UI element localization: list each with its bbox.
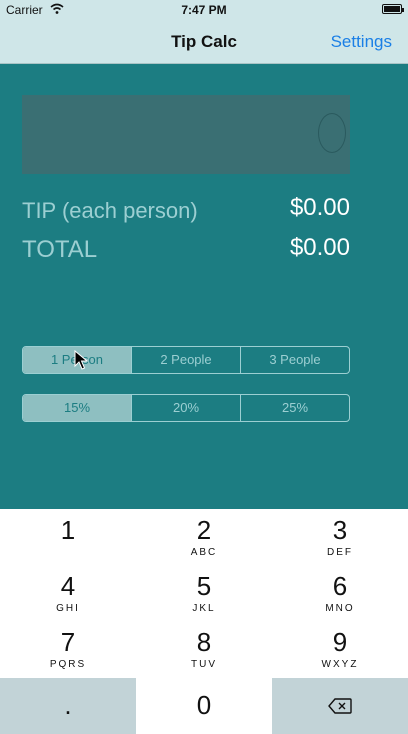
key-3[interactable]: 3 DEF [272, 509, 408, 565]
navigation-bar: Tip Calc Settings [0, 20, 408, 64]
key-6[interactable]: 6 MNO [272, 565, 408, 621]
key-8[interactable]: 8 TUV [136, 621, 272, 677]
bill-amount-input[interactable] [22, 95, 350, 174]
key-letters: PQRS [49, 659, 87, 670]
key-1[interactable]: 1 [0, 509, 136, 565]
backspace-icon [328, 698, 352, 714]
people-segmented-control: 1 Person 2 People 3 People [22, 346, 350, 374]
tip-label: TIP (each person) [22, 198, 198, 223]
key-digit: 0 [196, 690, 212, 720]
total-value: $0.00 [289, 234, 350, 261]
battery-icon [382, 4, 404, 14]
segment-3-people[interactable]: 3 People [240, 347, 349, 373]
key-digit: 8 [196, 627, 212, 657]
key-letters: GHI [56, 603, 80, 614]
key-letters: DEF [327, 547, 353, 558]
segment-20-percent[interactable]: 20% [131, 395, 240, 421]
total-label: TOTAL [22, 236, 98, 263]
key-digit: . [64, 690, 72, 720]
status-bar: Carrier 7:47 PM [0, 0, 408, 20]
settings-button[interactable]: Settings [331, 32, 392, 52]
key-letters: ABC [190, 547, 218, 558]
mouse-pointer-icon [74, 350, 88, 370]
tip-percent-segmented-control: 15% 20% 25% [22, 394, 350, 422]
text-cursor-icon [318, 113, 346, 153]
key-0[interactable]: 0 [136, 678, 272, 734]
key-2[interactable]: 2 ABC [136, 509, 272, 565]
key-letters: MNO [325, 603, 355, 614]
numeric-keypad: 1 2 ABC 3 DEF 4 GHI 5 JKL 6 MNO 7 PQRS 8… [0, 509, 408, 734]
key-digit: 6 [332, 571, 348, 601]
key-4[interactable]: 4 GHI [0, 565, 136, 621]
key-digit: 2 [196, 515, 212, 545]
tip-value: $0.00 [289, 194, 350, 221]
segment-25-percent[interactable]: 25% [240, 395, 349, 421]
segment-15-percent[interactable]: 15% [23, 395, 131, 421]
key-7[interactable]: 7 PQRS [0, 621, 136, 677]
key-5[interactable]: 5 JKL [136, 565, 272, 621]
key-digit: 4 [60, 571, 76, 601]
key-digit: 3 [332, 515, 348, 545]
key-digit: 1 [60, 515, 76, 545]
key-digit: 9 [332, 627, 348, 657]
key-letters: JKL [192, 603, 216, 614]
status-time: 7:47 PM [181, 3, 227, 17]
key-backspace[interactable] [272, 678, 408, 734]
key-9[interactable]: 9 WXYZ [272, 621, 408, 677]
key-letters: TUV [191, 659, 217, 670]
key-decimal[interactable]: . [0, 678, 136, 734]
key-letters: WXYZ [321, 659, 359, 670]
key-digit: 7 [60, 627, 76, 657]
key-digit: 5 [196, 571, 212, 601]
segment-2-people[interactable]: 2 People [131, 347, 240, 373]
